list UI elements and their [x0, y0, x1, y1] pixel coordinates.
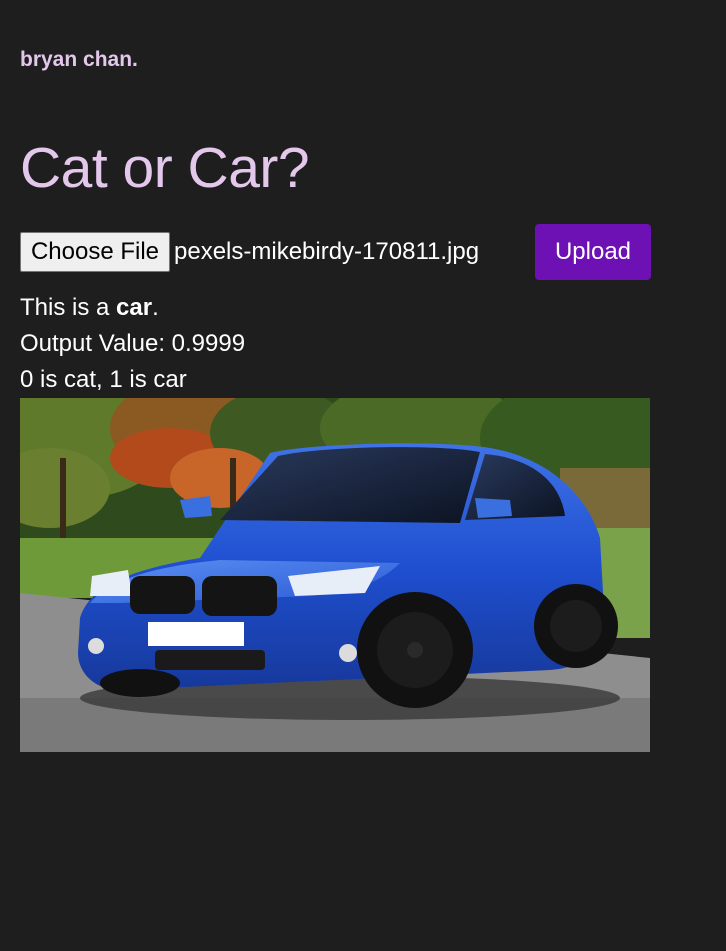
uploaded-image: [20, 398, 650, 752]
brand-logo[interactable]: bryan chan.: [20, 48, 138, 72]
prediction-result: This is a car. Output Value: 0.9999 0 is…: [20, 290, 245, 398]
prediction-sentence: This is a car.: [20, 290, 245, 326]
output-value: Output Value: 0.9999: [20, 330, 246, 357]
output-legend: 0 is cat, 1 is car: [20, 366, 187, 393]
prediction-prefix: This is a: [20, 294, 117, 321]
selected-file-name: pexels-mikebirdy-170811.jpg: [174, 238, 480, 265]
upload-form: Choose File pexels-mikebirdy-170811.jpg …: [20, 224, 660, 280]
page-title: Cat or Car?: [20, 136, 310, 200]
upload-button[interactable]: Upload: [535, 224, 651, 280]
prediction-suffix: .: [152, 294, 159, 321]
choose-file-button[interactable]: Choose File: [20, 232, 170, 272]
prediction-label: car: [116, 294, 153, 321]
page: bryan chan. Cat or Car? Choose File pexe…: [0, 0, 726, 951]
